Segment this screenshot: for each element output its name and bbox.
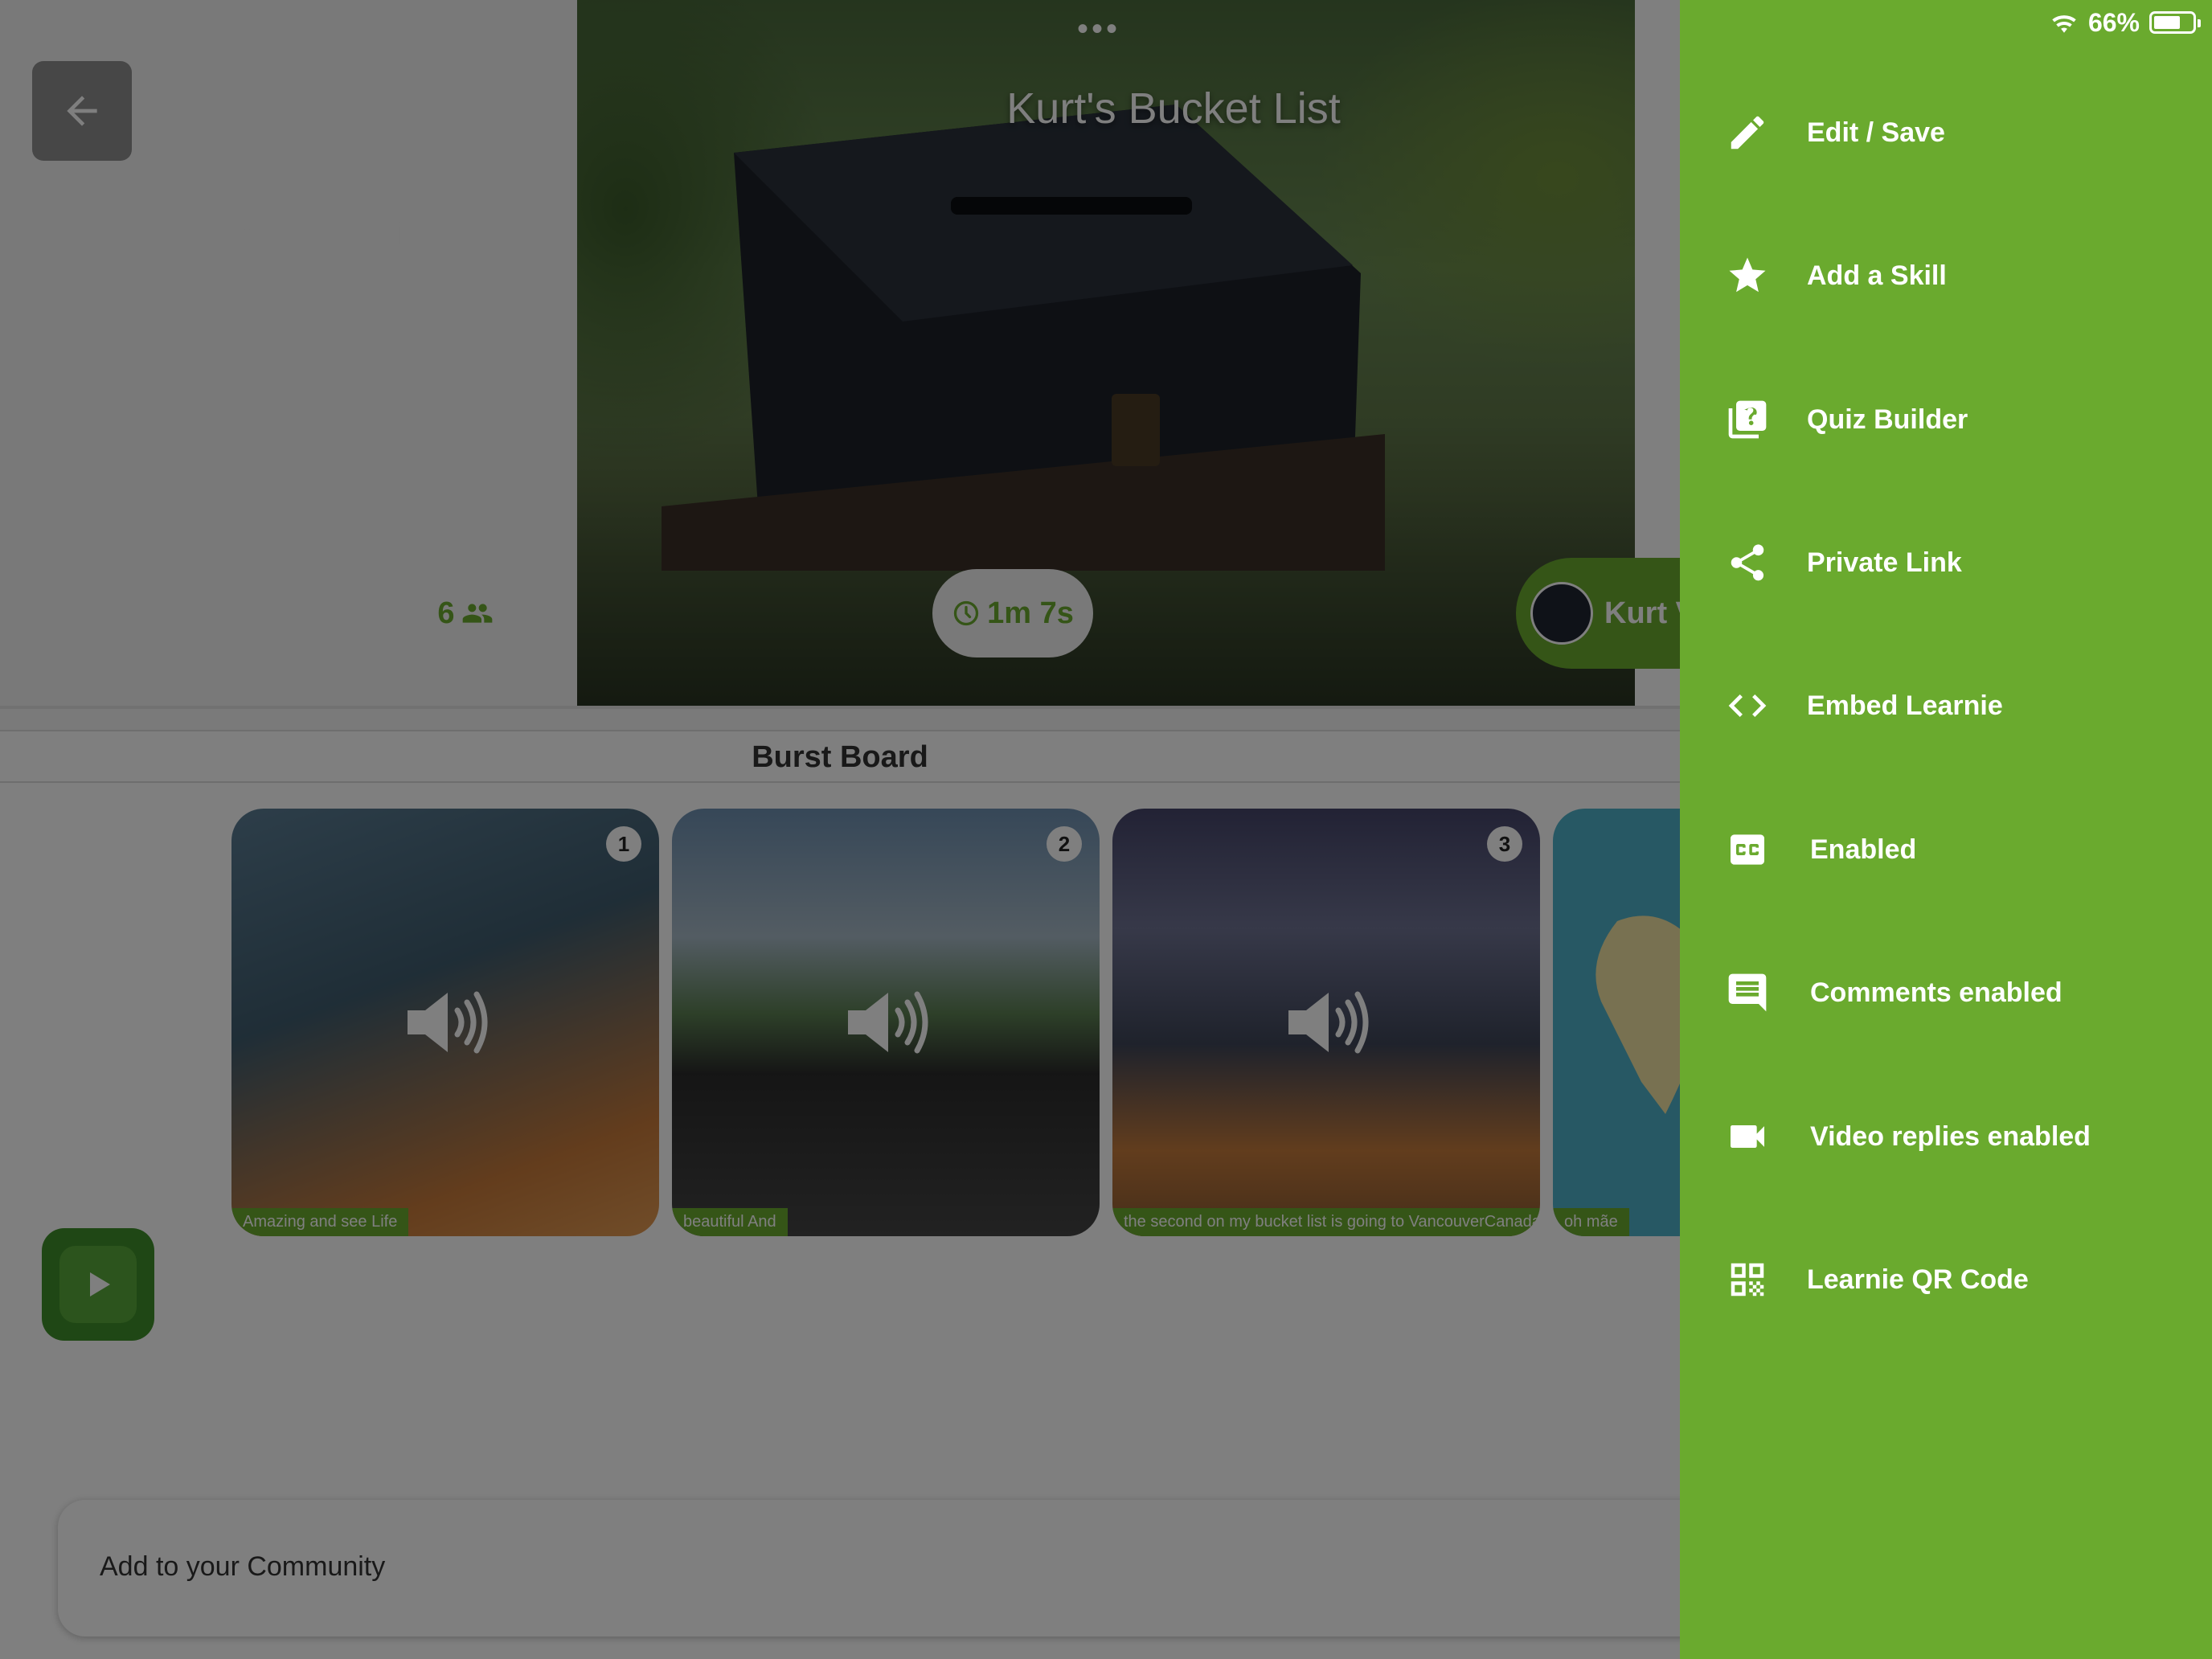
viewers-count-pill[interactable]: 6 bbox=[422, 569, 509, 657]
menu-item-quiz-builder[interactable]: Quiz Builder bbox=[1680, 348, 2212, 491]
learnie-view: Here's my bucket list. 6 1m 7s Kurt's Bu… bbox=[0, 0, 1680, 1659]
burst-card-3[interactable]: 3 the second on my bucket list is going … bbox=[1112, 809, 1540, 1236]
speaker-icon bbox=[1288, 991, 1369, 1054]
menu-item-label: Add a Skill bbox=[1807, 260, 1947, 291]
burst-board-title: Burst Board bbox=[0, 731, 1680, 783]
side-menu: 66% Edit / Save Add a Skill Quiz Builder… bbox=[1680, 0, 2212, 1659]
share-icon bbox=[1723, 539, 1772, 587]
qr-code-icon bbox=[1723, 1256, 1772, 1304]
menu-item-label: Embed Learnie bbox=[1807, 690, 2003, 721]
mailbox-illustration bbox=[662, 104, 1385, 571]
menu-item-label: Private Link bbox=[1807, 547, 1962, 578]
burst-number: 1 bbox=[606, 826, 641, 862]
play-icon bbox=[90, 1272, 110, 1296]
viewer-count: 6 bbox=[437, 596, 455, 630]
menu-item-video-replies[interactable]: Video replies enabled bbox=[1680, 1065, 2212, 1208]
videocam-icon bbox=[1723, 1112, 1772, 1161]
author-name: Kurt V bbox=[1604, 596, 1680, 630]
closed-captions-icon bbox=[1723, 825, 1772, 874]
menu-item-label: Enabled bbox=[1810, 834, 1917, 865]
battery-icon bbox=[2149, 11, 2201, 34]
menu-item-label: Comments enabled bbox=[1810, 977, 2062, 1008]
menu-item-qr-code[interactable]: Learnie QR Code bbox=[1680, 1208, 2212, 1351]
learnie-description: Here's my bucket list. bbox=[144, 217, 433, 251]
clock-icon bbox=[953, 600, 979, 626]
speaker-icon bbox=[408, 991, 488, 1054]
burst-number: 2 bbox=[1047, 826, 1082, 862]
menu-item-label: Quiz Builder bbox=[1807, 403, 1968, 435]
play-button-inner bbox=[59, 1246, 137, 1323]
code-icon bbox=[1723, 682, 1772, 730]
play-button[interactable] bbox=[42, 1228, 154, 1341]
back-button[interactable] bbox=[32, 61, 132, 161]
menu-item-edit-save[interactable]: Edit / Save bbox=[1680, 61, 2212, 204]
burst-caption: the second on my bucket list is going to… bbox=[1112, 1208, 1540, 1236]
hero-info-panel: Here's my bucket list. 6 bbox=[0, 0, 577, 706]
menu-item-private-link[interactable]: Private Link bbox=[1680, 491, 2212, 634]
author-chip[interactable]: Kurt V bbox=[1516, 558, 1680, 669]
menu-item-add-skill[interactable]: Add a Skill bbox=[1680, 204, 2212, 347]
burst-caption: beautiful And bbox=[672, 1208, 788, 1236]
burst-number: 3 bbox=[1487, 826, 1522, 862]
menu-item-embed-learnie[interactable]: Embed Learnie bbox=[1680, 634, 2212, 777]
menu-item-label: Video replies enabled bbox=[1810, 1120, 2091, 1152]
burst-caption: oh mãe bbox=[1553, 1208, 1629, 1236]
menu-item-captions[interactable]: Enabled bbox=[1680, 778, 2212, 921]
duration-value: 1m 7s bbox=[987, 596, 1074, 630]
wifi-icon bbox=[2052, 15, 2076, 33]
menu-item-label: Edit / Save bbox=[1807, 117, 1945, 148]
pencil-icon bbox=[1723, 109, 1772, 157]
battery-percentage: 66% bbox=[2087, 7, 2140, 37]
burst-card-1[interactable]: 1 Amazing and see Life bbox=[231, 809, 659, 1236]
burst-card-2[interactable]: 2 beautiful And bbox=[672, 809, 1100, 1236]
duration-pill: 1m 7s bbox=[932, 569, 1093, 657]
learnie-title: Kurt's Bucket List bbox=[1006, 84, 1341, 133]
avatar bbox=[1530, 582, 1593, 645]
menu-item-comments[interactable]: Comments enabled bbox=[1680, 921, 2212, 1064]
burst-card-4[interactable]: oh mãe bbox=[1553, 809, 1680, 1236]
burst-carousel[interactable]: 1 Amazing and see Life 2 beautiful And 3 bbox=[231, 809, 1680, 1238]
speaker-icon bbox=[848, 991, 928, 1054]
add-to-community-label: Add to your Community bbox=[100, 1551, 386, 1582]
section-divider bbox=[0, 706, 1680, 731]
burst-caption: Amazing and see Life bbox=[231, 1208, 409, 1236]
add-to-community-bar[interactable]: Add to your Community bbox=[58, 1500, 1680, 1636]
star-icon bbox=[1723, 252, 1772, 300]
people-icon bbox=[462, 604, 492, 623]
comment-icon bbox=[1723, 969, 1772, 1017]
menu-item-label: Learnie QR Code bbox=[1807, 1264, 2029, 1295]
map-shape bbox=[1596, 916, 1680, 1114]
quiz-icon bbox=[1723, 395, 1772, 444]
status-bar: 66% bbox=[2050, 6, 2201, 39]
more-options-icon[interactable]: ••• bbox=[1077, 11, 1120, 47]
arrow-left-icon bbox=[67, 96, 97, 126]
